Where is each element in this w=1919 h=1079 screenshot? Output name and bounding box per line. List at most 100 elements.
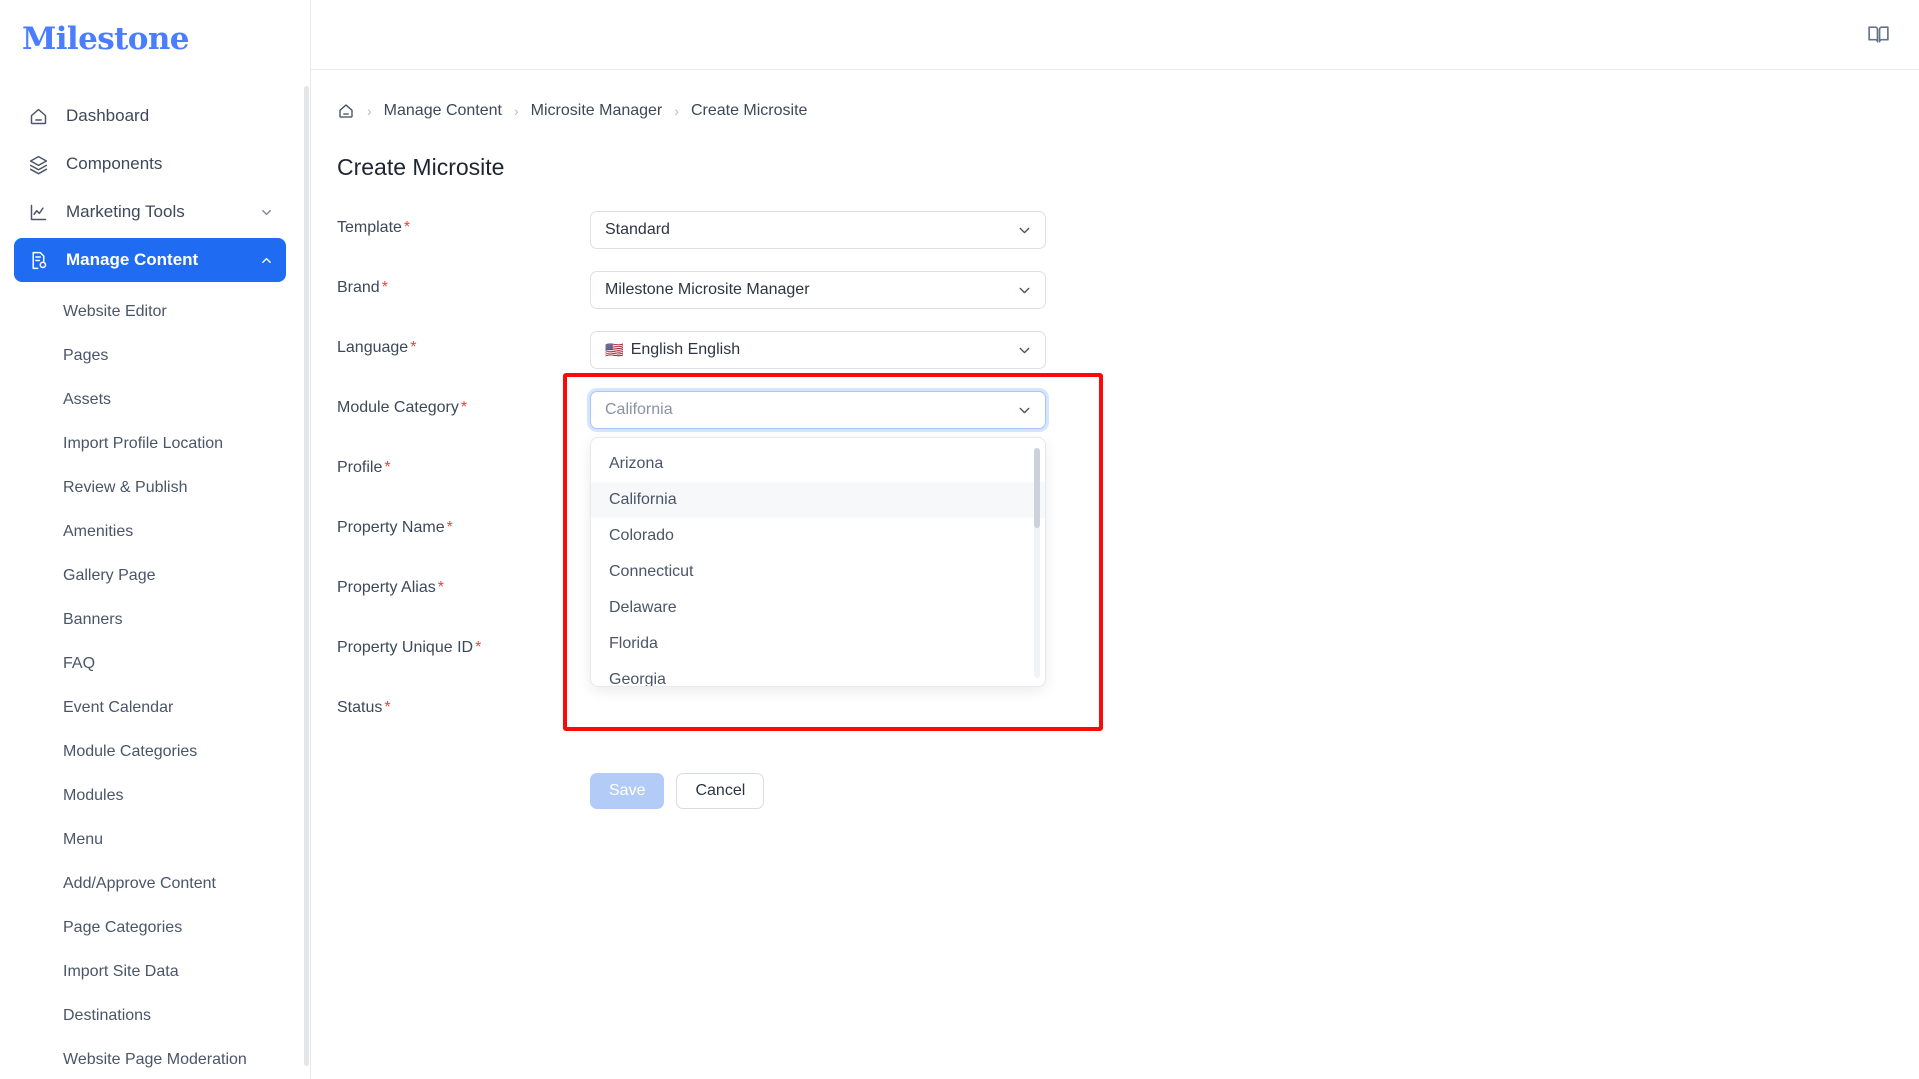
- brand-select[interactable]: Milestone Microsite Manager: [590, 271, 1046, 309]
- sidebar-item-assets[interactable]: Assets: [0, 378, 310, 422]
- sidebar-subitem-label: Website Editor: [63, 303, 167, 320]
- required-asterisk: *: [446, 519, 453, 536]
- sidebar-item-review-publish[interactable]: Review & Publish: [0, 466, 310, 510]
- sidebar-item-page-categories[interactable]: Page Categories: [0, 906, 310, 950]
- required-asterisk: *: [384, 459, 391, 476]
- chevron-down-icon: [1016, 212, 1033, 248]
- control-template: Standard: [590, 211, 1046, 249]
- option-label: California: [609, 491, 677, 508]
- option-label: Delaware: [609, 599, 677, 616]
- sidebar-item-add-approve-content[interactable]: Add/Approve Content: [0, 862, 310, 906]
- sidebar-item-destinations[interactable]: Destinations: [0, 994, 310, 1038]
- breadcrumb-separator: ›: [367, 103, 372, 119]
- sidebar-item-manage-content[interactable]: Manage Content: [14, 238, 286, 282]
- option-label: Connecticut: [609, 563, 694, 580]
- label-text: Property Unique ID: [337, 639, 474, 656]
- brand-select-value: Milestone Microsite Manager: [605, 281, 810, 298]
- option-california[interactable]: California: [591, 482, 1045, 518]
- main-area: › Manage Content › Microsite Manager › C…: [311, 0, 1919, 1079]
- label-text: Profile: [337, 459, 383, 476]
- document-gear-icon: [28, 250, 54, 271]
- chevron-up-icon[interactable]: [259, 253, 274, 268]
- sidebar-item-amenities[interactable]: Amenities: [0, 510, 310, 554]
- form-row-profile: Profile *: [337, 451, 1919, 511]
- sidebar-item-label: Manage Content: [66, 250, 199, 269]
- sidebar-item-menu[interactable]: Menu: [0, 818, 310, 862]
- sidebar-subitem-label: Page Categories: [63, 919, 183, 936]
- language-select-value: English English: [630, 341, 741, 358]
- module-category-value: California: [605, 401, 673, 418]
- sidebar-item-import-site-data[interactable]: Import Site Data: [0, 950, 310, 994]
- sidebar-subitem-label: Event Calendar: [63, 699, 174, 716]
- chevron-down-icon[interactable]: [1016, 392, 1033, 428]
- sidebar-nav: Dashboard Components Marketing Tools Man…: [0, 78, 310, 1079]
- label-profile: Profile *: [337, 451, 590, 477]
- dropdown-scrollbar-thumb[interactable]: [1034, 448, 1040, 528]
- option-label: Georgia: [609, 671, 666, 687]
- required-asterisk: *: [381, 279, 388, 296]
- page-title: Create Microsite: [337, 154, 505, 180]
- label-text: Property Alias: [337, 579, 436, 596]
- us-flag-icon: 🇺🇸: [605, 341, 624, 359]
- save-button[interactable]: Save: [590, 773, 665, 809]
- breadcrumb-item-manage-content[interactable]: Manage Content: [384, 102, 502, 120]
- option-label: Arizona: [609, 455, 664, 472]
- required-asterisk: *: [403, 219, 411, 236]
- label-text: Language: [337, 339, 409, 356]
- required-asterisk: *: [460, 399, 468, 416]
- option-colorado[interactable]: Colorado: [591, 518, 1045, 554]
- breadcrumb-separator: ›: [513, 103, 519, 119]
- sidebar-subitem-label: Banners: [63, 611, 123, 628]
- form-row-module-category: Module Category * California Arizona Cal…: [337, 373, 1919, 731]
- language-select[interactable]: 🇺🇸 English English: [590, 331, 1046, 369]
- option-delaware[interactable]: Delaware: [591, 590, 1045, 626]
- control-brand: Milestone Microsite Manager: [590, 271, 1046, 309]
- option-arizona[interactable]: Arizona: [591, 446, 1045, 482]
- home-icon[interactable]: [337, 102, 355, 120]
- brand-logo[interactable]: Milestone: [0, 0, 310, 78]
- option-georgia[interactable]: Georgia: [591, 662, 1045, 687]
- sidebar-subitem-label: Destinations: [63, 1007, 152, 1024]
- required-asterisk: *: [384, 699, 391, 716]
- sidebar-item-website-editor[interactable]: Website Editor: [0, 290, 310, 334]
- option-connecticut[interactable]: Connecticut: [591, 554, 1045, 590]
- sidebar-item-modules[interactable]: Modules: [0, 774, 310, 818]
- template-select-value: Standard: [605, 221, 670, 238]
- sidebar-subitem-label: Website Page Moderation: [63, 1051, 247, 1068]
- required-asterisk: *: [475, 639, 482, 656]
- label-text: Property Name: [337, 519, 445, 536]
- label-language: Language *: [337, 331, 590, 357]
- sidebar-item-module-categories[interactable]: Module Categories: [0, 730, 310, 774]
- sidebar-item-event-calendar[interactable]: Event Calendar: [0, 686, 310, 730]
- actions-spacer: [337, 751, 590, 759]
- top-bar: [311, 0, 1919, 70]
- label-module-category: Module Category *: [337, 391, 590, 417]
- module-category-input[interactable]: California: [590, 391, 1046, 429]
- sidebar-subitem-label: Pages: [63, 347, 109, 364]
- sidebar-item-marketing-tools[interactable]: Marketing Tools: [14, 190, 286, 234]
- option-florida[interactable]: Florida: [591, 626, 1045, 662]
- sidebar-item-dashboard[interactable]: Dashboard: [14, 94, 286, 138]
- template-select[interactable]: Standard: [590, 211, 1046, 249]
- sidebar-item-components[interactable]: Components: [14, 142, 286, 186]
- label-text: Template: [337, 219, 402, 236]
- sidebar-scrollbar[interactable]: [304, 86, 309, 1066]
- label-text: Brand: [337, 279, 380, 296]
- sidebar-item-gallery-page[interactable]: Gallery Page: [0, 554, 310, 598]
- sidebar-item-faq[interactable]: FAQ: [0, 642, 310, 686]
- sidebar-item-website-page-moderation[interactable]: Website Page Moderation: [0, 1038, 310, 1079]
- sidebar-item-banners[interactable]: Banners: [0, 598, 310, 642]
- form-row-property-alias: Property Alias *: [337, 571, 1919, 631]
- sidebar-item-pages[interactable]: Pages: [0, 334, 310, 378]
- option-label: Florida: [609, 635, 658, 652]
- sidebar-subitem-label: FAQ: [63, 655, 96, 672]
- book-icon[interactable]: [1866, 22, 1891, 47]
- breadcrumb-item-microsite-manager[interactable]: Microsite Manager: [531, 102, 663, 120]
- chevron-down-icon[interactable]: [259, 205, 274, 220]
- sidebar-item-import-profile-location[interactable]: Import Profile Location: [0, 422, 310, 466]
- sidebar-subitem-label: Gallery Page: [63, 567, 156, 584]
- sidebar-subitem-label: Add/Approve Content: [63, 875, 216, 892]
- cancel-button[interactable]: Cancel: [676, 773, 765, 809]
- breadcrumb-item-create-microsite: Create Microsite: [690, 102, 808, 119]
- sidebar-subitem-label: Import Site Data: [63, 963, 179, 980]
